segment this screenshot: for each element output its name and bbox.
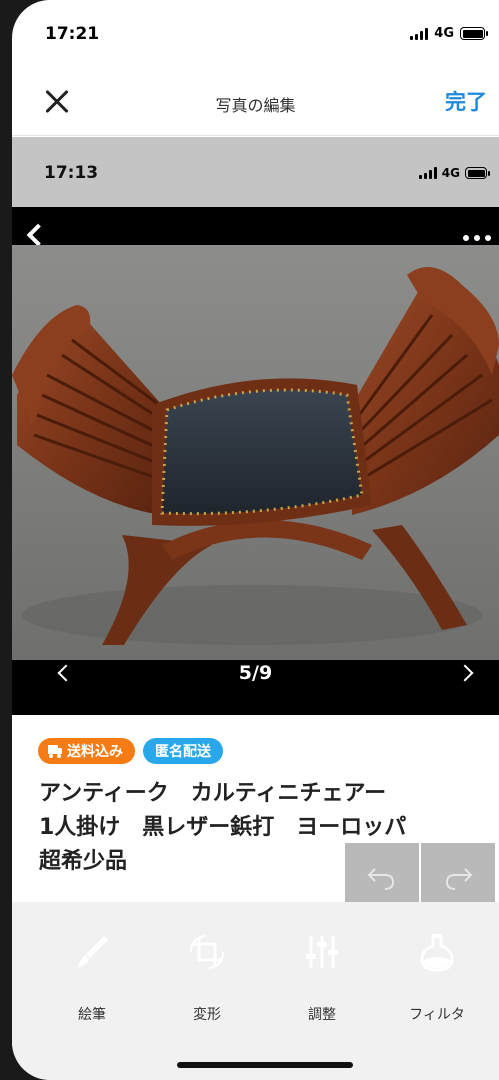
photo-signal-icon [418, 167, 437, 179]
photo-network-label: 4G [441, 166, 460, 180]
photo-status-indicators: 4G [418, 166, 490, 180]
photo-status-bar: 17:13 4G [12, 137, 499, 207]
photo-status-time: 17:13 [44, 163, 99, 183]
photo-battery-icon [465, 167, 490, 179]
battery-icon [460, 27, 488, 40]
anonymous-shipping-label: 匿名配送 [155, 744, 211, 760]
undo-button[interactable] [345, 843, 419, 911]
status-bar: 17:21 4G [12, 0, 499, 70]
tool-brush-label: 絵筆 [78, 1007, 106, 1023]
chair-photo [12, 245, 499, 660]
truck-icon [48, 744, 62, 758]
undo-redo-controls [345, 843, 495, 911]
tool-filter-label: フィルタ [409, 1007, 465, 1023]
phone-screen: 17:21 4G 写真の編集 完了 17:13 4G 5/9 送料込み 匿名配送… [12, 0, 499, 1080]
network-label: 4G [434, 26, 454, 41]
signal-icon [410, 27, 429, 40]
shipping-included-badge: 送料込み [38, 738, 135, 764]
brush-icon [78, 936, 108, 967]
tool-transform[interactable]: 変形 [162, 930, 252, 1024]
page-title: 写真の編集 [215, 96, 296, 115]
edit-toolbar: 絵筆 変形 調整 フィルタ [12, 902, 499, 1080]
badge-row: 送料込み 匿名配送 [38, 738, 223, 764]
tool-adjust[interactable]: 調整 [277, 930, 367, 1024]
done-button[interactable]: 完了 [445, 86, 487, 116]
editor-header: 写真の編集 完了 [12, 70, 499, 136]
photo-pager: 5/9 [238, 662, 273, 684]
photo-top-bar [12, 207, 499, 245]
redo-button[interactable] [421, 843, 495, 911]
status-time: 17:21 [45, 24, 100, 44]
tool-adjust-label: 調整 [308, 1007, 336, 1023]
shipping-included-label: 送料込み [67, 744, 123, 760]
photo-canvas[interactable]: 17:13 4G 5/9 [12, 137, 499, 715]
tool-transform-label: 変形 [193, 1007, 221, 1023]
crop-rotate-icon [190, 935, 224, 969]
redo-icon [445, 868, 473, 890]
tool-brush[interactable]: 絵筆 [47, 930, 137, 1024]
sliders-icon [306, 936, 338, 968]
tool-filter[interactable]: フィルタ [392, 930, 482, 1024]
undo-icon [367, 868, 395, 890]
home-indicator[interactable] [177, 1062, 353, 1068]
listing-info: 送料込み 匿名配送 アンティーク カルティニチェアー 1人掛け 黒レザー鋲打 ヨ… [12, 715, 499, 911]
flask-icon [420, 934, 454, 972]
status-indicators: 4G [410, 26, 488, 41]
anonymous-shipping-badge: 匿名配送 [143, 738, 223, 764]
item-title-line: 1人掛け 黒レザー鋲打 ヨーロッパ [39, 815, 407, 840]
item-title-line: アンティーク カルティニチェアー [39, 781, 387, 806]
more-icon [463, 235, 491, 241]
